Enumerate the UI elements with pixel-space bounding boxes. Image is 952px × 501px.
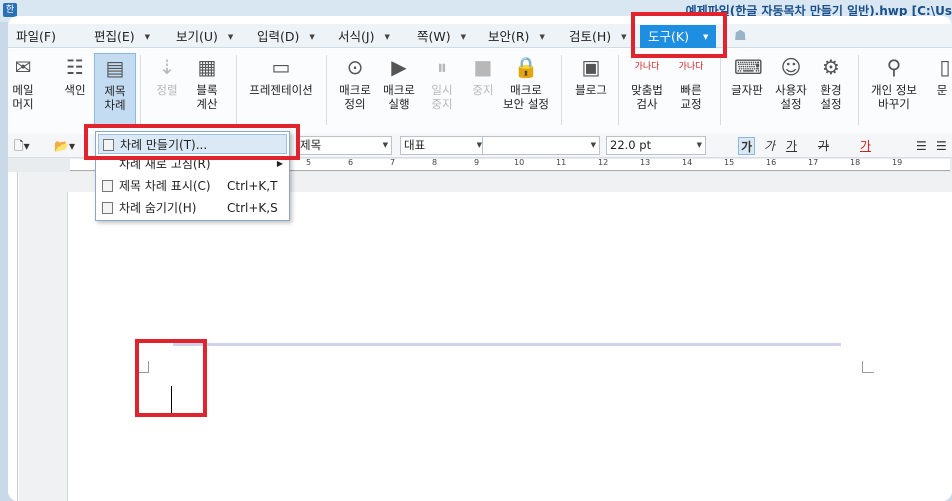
sort-icon: ⇣ bbox=[158, 55, 176, 79]
title-line bbox=[173, 343, 841, 346]
presentation-icon: ▭ bbox=[271, 55, 291, 79]
index-icon: ☷ bbox=[66, 55, 84, 79]
blog-button[interactable]: ▣ 블로그 bbox=[568, 53, 614, 125]
chevron-down-icon[interactable]: ▼ bbox=[383, 137, 388, 154]
lightning-icon: 가나다 bbox=[678, 62, 704, 72]
hide-toc-item[interactable]: 차례 숨기기(H) Ctrl+K,S bbox=[98, 198, 287, 218]
highlight-tools-menu bbox=[631, 12, 727, 58]
menu-security[interactable]: 보안(R) ▼ bbox=[488, 27, 545, 46]
menu-review[interactable]: 검토(H) ▼ bbox=[569, 27, 627, 46]
new-doc-icon[interactable]: 🗋▾ bbox=[14, 137, 30, 155]
tape-icon: ⊙ bbox=[346, 55, 364, 79]
index-button[interactable]: ☷ 색인 bbox=[52, 53, 98, 125]
chevron-down-icon[interactable]: ▼ bbox=[621, 28, 626, 47]
chevron-down-icon[interactable]: ▼ bbox=[697, 137, 702, 154]
highlight-cursor bbox=[135, 339, 207, 417]
doc-icon: ▯ bbox=[939, 55, 951, 79]
ribbon-separator bbox=[720, 55, 721, 125]
macro-define-button[interactable]: ⊙ 매크로 정의 bbox=[332, 53, 378, 125]
calculator-icon: ▦ bbox=[197, 55, 217, 79]
chevron-down-icon[interactable]: ▼ bbox=[309, 28, 314, 47]
document-canvas[interactable] bbox=[19, 172, 952, 501]
bold-button[interactable]: 가 bbox=[738, 137, 756, 155]
macro-run-button[interactable]: ▶ 매크로 실행 bbox=[376, 53, 422, 125]
macro-security-button[interactable]: 🔒 매크로 보안 설정 bbox=[498, 53, 554, 125]
chevron-down-icon[interactable]: ▼ bbox=[591, 137, 596, 154]
chevron-down-icon[interactable]: ▼ bbox=[145, 28, 150, 47]
toc-doc-icon bbox=[102, 180, 113, 192]
chevron-down-icon[interactable]: ▼ bbox=[228, 28, 233, 47]
app-frame: 파일(F) 편집(E) ▼ 보기(U) ▼ 입력(D) ▼ 서식(J) ▼ 쪽(W) ▼ … bbox=[8, 16, 952, 501]
mail-merge-button[interactable]: ✉ 메일 머지 bbox=[8, 53, 46, 125]
spellcheck-icon: 가나다 bbox=[634, 62, 660, 72]
ribbon-separator bbox=[326, 55, 327, 125]
envelope-icon: ✉ bbox=[14, 55, 32, 79]
spellcheck-button[interactable]: 가나다 맞춤법 검사 bbox=[624, 53, 670, 125]
font-lang-select[interactable]: 대표 ▼ bbox=[400, 136, 486, 155]
show-toc-item[interactable]: 제목 차례 표시(C) Ctrl+K,T bbox=[98, 176, 287, 196]
play-icon: ▶ bbox=[391, 55, 407, 79]
pause-icon: ⏸ bbox=[437, 55, 447, 79]
align-left-icon[interactable]: ☰ bbox=[916, 137, 927, 155]
blog-icon: ▣ bbox=[581, 55, 601, 79]
keyboard-icon: ⌨ bbox=[734, 55, 763, 79]
align-center-icon[interactable]: ☰ bbox=[936, 137, 947, 155]
block-calc-button[interactable]: ▦ 블록 계산 bbox=[184, 53, 230, 125]
stop-icon: ■ bbox=[473, 55, 493, 79]
ribbon-separator bbox=[236, 55, 237, 125]
preferences-button[interactable]: ⚙ 환경 설정 bbox=[808, 53, 854, 125]
menu-view[interactable]: 보기(U) ▼ bbox=[176, 27, 233, 46]
toc-doc-icon bbox=[102, 202, 113, 214]
text-color-button[interactable]: 가 bbox=[860, 137, 871, 155]
style-select[interactable]: 제목 ▼ bbox=[296, 136, 392, 155]
menu-format[interactable]: 서식(J) ▼ bbox=[338, 27, 390, 46]
menu-bar: 파일(F) 편집(E) ▼ 보기(U) ▼ 입력(D) ▼ 서식(J) ▼ 쪽(W) ▼ … bbox=[8, 24, 952, 48]
menu-file[interactable]: 파일(F) bbox=[16, 27, 56, 46]
margin-corner bbox=[862, 361, 874, 373]
font-size-field[interactable]: 22.0 pt ▼ bbox=[606, 136, 706, 155]
strike-button[interactable]: 가 bbox=[818, 137, 829, 155]
chevron-down-icon[interactable]: ▼ bbox=[539, 28, 544, 47]
toc-icon: ▤ bbox=[105, 56, 125, 80]
menu-page[interactable]: 쪽(W) ▼ bbox=[417, 27, 466, 46]
ribbon-separator bbox=[858, 55, 859, 125]
chevron-down-icon[interactable]: ▼ bbox=[461, 28, 466, 47]
menu-insert[interactable]: 입력(D) ▼ bbox=[257, 27, 315, 46]
chevron-down-icon[interactable]: ▼ bbox=[384, 28, 389, 47]
hwp-app-icon[interactable]: 한 bbox=[3, 3, 17, 17]
menu-edit[interactable]: 편집(E) ▼ bbox=[94, 27, 150, 46]
user-icon: ☺ bbox=[780, 55, 802, 79]
vertical-ruler bbox=[8, 172, 18, 501]
presentation-button[interactable]: ▭ 프레젠테이션 bbox=[240, 53, 322, 125]
pause-button[interactable]: ⏸ 일시 중지 bbox=[419, 53, 465, 125]
ribbon-separator bbox=[561, 55, 562, 125]
privacy-button[interactable]: ⚲ 개인 정보 바꾸기 bbox=[864, 53, 924, 125]
lock-icon: 🔒 bbox=[513, 55, 539, 79]
gear-icon: ⚙ bbox=[822, 55, 840, 79]
people-icon[interactable]: ☗ bbox=[734, 28, 747, 44]
open-folder-icon[interactable]: 📂▾ bbox=[54, 137, 75, 155]
ribbon-separator bbox=[140, 55, 141, 125]
toc-button[interactable]: ▤ 제목 차례 bbox=[94, 53, 136, 125]
doc-more-button[interactable]: ▯ 문 bbox=[932, 53, 952, 125]
italic-button[interactable]: 가 bbox=[764, 137, 775, 155]
highlight-make-toc bbox=[84, 124, 300, 160]
keyboard-button[interactable]: ⌨ 글자판 bbox=[724, 53, 770, 125]
autocorrect-button[interactable]: 가나다 빠른 교정 bbox=[668, 53, 714, 125]
underline-button[interactable]: 가 bbox=[786, 137, 797, 155]
ribbon-separator bbox=[618, 55, 619, 125]
binoculars-icon: ⚲ bbox=[886, 55, 902, 79]
font-name-select[interactable]: ▼ bbox=[482, 136, 600, 155]
